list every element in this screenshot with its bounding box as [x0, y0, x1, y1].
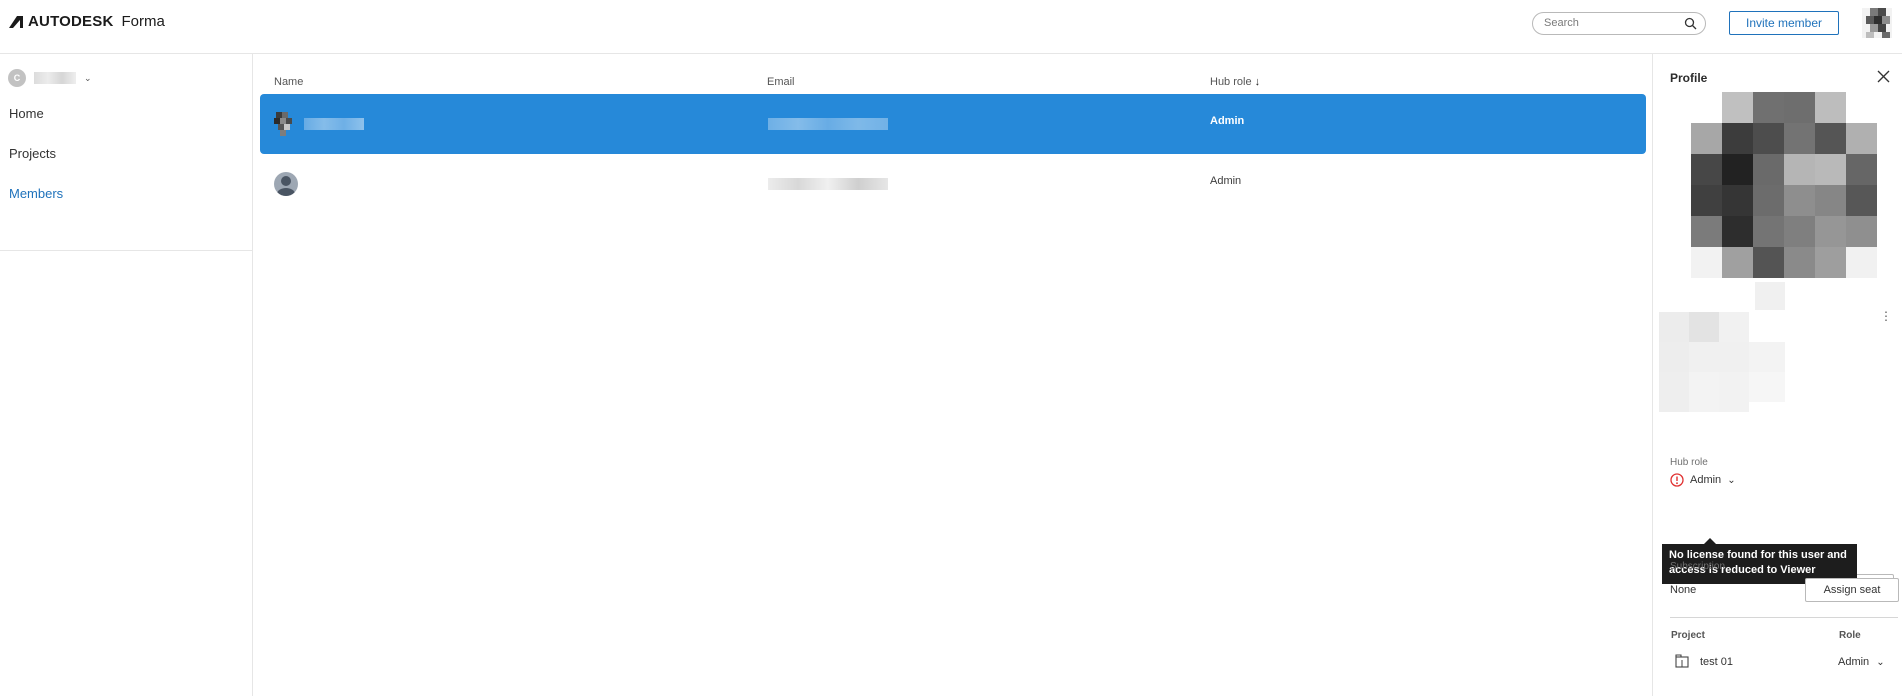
- table-row[interactable]: Admin: [260, 94, 1646, 154]
- assign-seat-button[interactable]: Assign seat: [1805, 578, 1899, 602]
- chevron-down-icon: ⌄: [84, 72, 92, 83]
- autodesk-logo[interactable]: AUTODESK Forma: [8, 13, 165, 30]
- sidebar-item-projects[interactable]: Projects: [0, 134, 252, 174]
- member-email-redacted: [768, 118, 888, 130]
- table-row[interactable]: Admin: [260, 154, 1646, 214]
- search-box[interactable]: [1532, 12, 1706, 35]
- top-bar: AUTODESK Forma Invite member: [0, 0, 1902, 54]
- member-email-redacted: [768, 178, 888, 190]
- member-avatar: [272, 110, 300, 138]
- sort-descending-icon: ↓: [1254, 76, 1261, 88]
- project-column-header: Project: [1671, 630, 1705, 641]
- sidebar-item-members[interactable]: Members: [0, 174, 252, 214]
- project-name[interactable]: test 01: [1700, 656, 1733, 668]
- profile-panel: Profile ⋮ Hub role Admin ⌄ No license fo…: [1652, 54, 1902, 696]
- column-header-hub-role[interactable]: Hub role ↓: [1210, 76, 1260, 88]
- column-header-name[interactable]: Name: [274, 76, 303, 88]
- user-avatar[interactable]: [1862, 8, 1892, 38]
- hub-role-value: Admin: [1690, 474, 1722, 486]
- more-options-icon[interactable]: ⋮: [1880, 309, 1892, 323]
- projects-divider: [1670, 617, 1898, 618]
- chevron-down-icon: ⌄: [1727, 474, 1736, 486]
- autodesk-logo-icon: [9, 15, 23, 28]
- table-header: Name Email Hub role ↓: [260, 54, 1646, 94]
- profile-photo: [1691, 92, 1877, 278]
- member-hub-role: Admin: [1210, 175, 1242, 187]
- invite-member-button[interactable]: Invite member: [1729, 11, 1839, 35]
- members-table: Name Email Hub role ↓ Admin Admin: [260, 54, 1646, 196]
- sidebar-nav: Home Projects Members: [0, 94, 252, 214]
- product-name: Forma: [121, 13, 165, 30]
- profile-details-redacted: [1659, 282, 1785, 412]
- search-icon[interactable]: [1684, 17, 1697, 30]
- default-user-avatar: [274, 172, 298, 196]
- profile-title: Profile: [1670, 71, 1708, 85]
- member-name-redacted: [304, 118, 364, 130]
- project-folder-icon: [1675, 654, 1689, 668]
- role-column-header: Role: [1839, 630, 1861, 641]
- project-role-dropdown[interactable]: Admin ⌄: [1838, 656, 1885, 668]
- tooltip-arrow: [1704, 538, 1716, 544]
- brand-name: AUTODESK: [28, 13, 114, 30]
- search-input[interactable]: [1544, 17, 1674, 29]
- hub-selector[interactable]: C ⌄: [8, 69, 92, 87]
- chevron-down-icon: ⌄: [1876, 657, 1885, 668]
- user-silhouette-icon: [277, 176, 295, 196]
- subscription-label: Subscription: [1670, 561, 1726, 572]
- member-hub-role: Admin: [1210, 115, 1245, 127]
- subscription-value: None: [1670, 584, 1697, 596]
- hub-initial: C: [8, 69, 26, 87]
- sidebar: C ⌄ Home Projects Members: [0, 54, 253, 696]
- project-role-value: Admin: [1838, 656, 1870, 668]
- sidebar-item-home[interactable]: Home: [0, 94, 252, 134]
- column-header-email[interactable]: Email: [767, 76, 795, 88]
- hub-role-header-label: Hub role: [1210, 76, 1252, 88]
- hub-role-label: Hub role: [1670, 457, 1708, 468]
- sidebar-divider: [0, 250, 252, 251]
- warning-icon[interactable]: [1670, 473, 1684, 487]
- close-icon[interactable]: [1877, 70, 1890, 83]
- hub-role-dropdown[interactable]: Admin ⌄: [1670, 473, 1736, 487]
- hub-name-redacted: [34, 72, 76, 84]
